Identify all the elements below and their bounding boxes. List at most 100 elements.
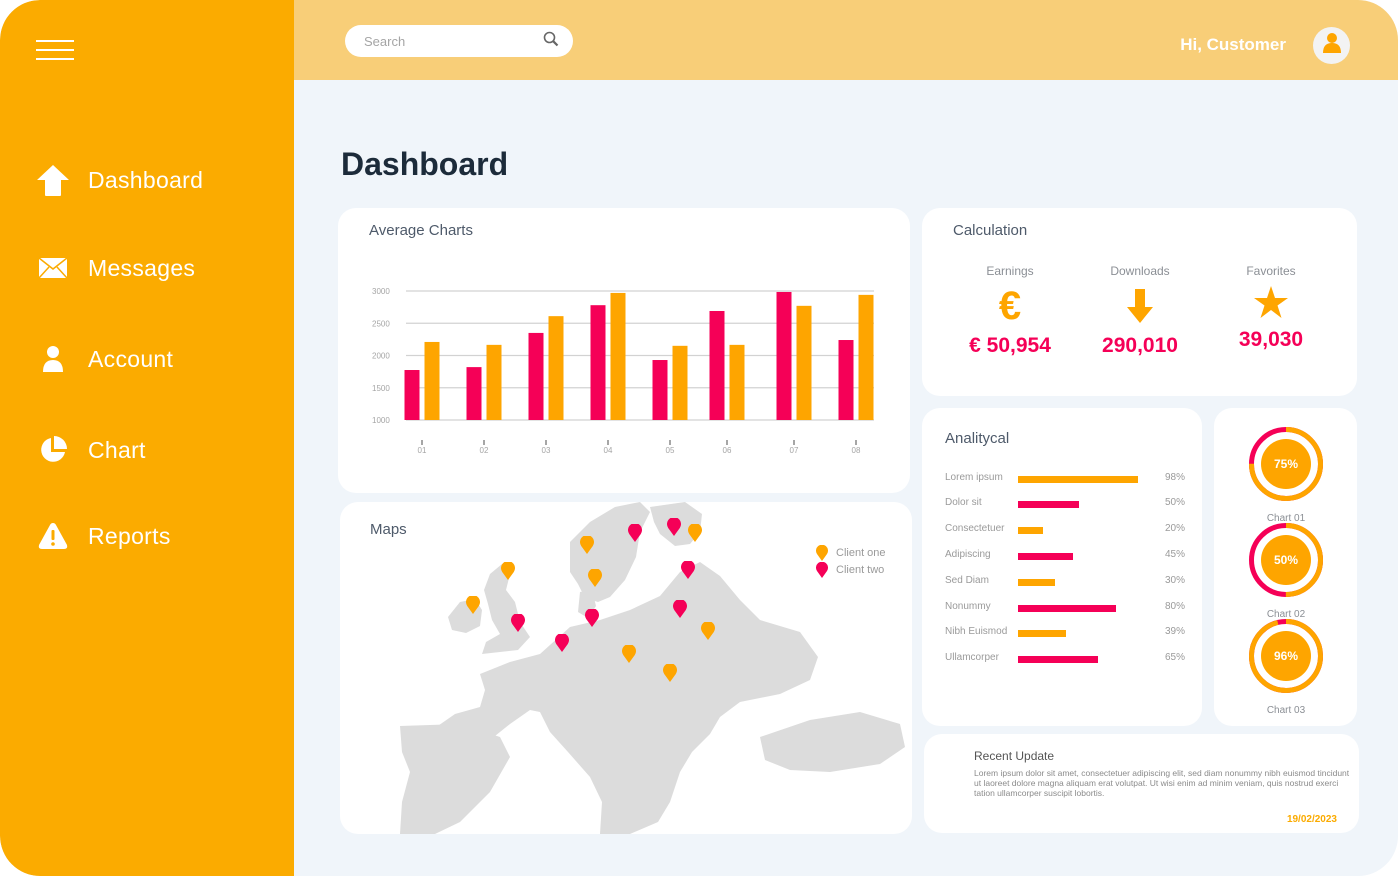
card-title: Recent Update [974,749,1055,763]
map-pin-icon[interactable] [466,595,480,619]
x-tick-label: 02 [480,446,489,455]
x-tick-label: 03 [542,446,551,455]
bar-series-a [466,367,482,420]
analytical-row: Sed Diam 30% [945,573,1185,587]
bar-series-b [796,305,812,420]
warning-icon [36,519,70,553]
sidebar-item-account[interactable]: Account [36,339,173,379]
row-percent: 20% [1164,523,1185,535]
update-date: 19/02/2023 [1286,814,1337,825]
progress-track [1018,630,1133,638]
search-icon[interactable] [543,31,559,52]
sidebar-item-messages[interactable]: Messages [36,248,195,288]
legend-item-client-one: Client one [816,544,886,561]
donut-label: 96% [1274,649,1298,663]
bar-series-b [729,344,745,420]
pie-chart-icon [36,433,70,467]
map-legend: Client one Client two [816,544,886,578]
stat-value: 290,010 [1102,334,1178,357]
sidebar: Dashboard Messages Account Chart Reports [0,0,294,876]
card-title: Analitycal [945,430,1010,447]
card-title: Maps [370,521,407,538]
stat-label: Earnings [986,264,1034,278]
bar-series-b [610,292,626,420]
map-pin-icon[interactable] [622,644,636,668]
card-title: Calculation [953,222,1028,239]
map-pin-icon[interactable] [588,568,602,592]
map-pin-icon[interactable] [667,517,681,541]
donut-label: 50% [1274,553,1298,567]
map-pin-icon[interactable] [688,523,702,547]
page-title: Dashboard [341,146,509,182]
map-pin-icon[interactable] [681,560,695,584]
search-input[interactable] [364,33,543,49]
home-icon [36,163,70,197]
update-body: Lorem ipsum dolor sit amet, consectetuer… [974,768,1350,798]
avatar[interactable] [1313,27,1350,64]
row-percent: 30% [1164,574,1185,586]
row-label: Sed Diam [945,574,989,586]
bar-series-a [709,310,725,420]
progress-bar [1018,630,1066,638]
user-icon [36,342,70,376]
map-pin-icon[interactable] [701,621,715,645]
row-percent: 45% [1164,548,1185,560]
sidebar-item-label: Account [88,345,174,372]
envelope-icon [36,251,70,285]
map-pin-icon[interactable] [663,663,677,687]
bar-series-b [672,345,688,420]
row-label: Consectetuer [945,523,1005,535]
map-pin-icon[interactable] [673,599,687,623]
progress-bar [1018,501,1080,509]
recent-update-card: Recent Update Lorem ipsum dolor sit amet… [924,734,1359,833]
legend-item-client-two: Client two [816,561,886,578]
bar-series-a [652,360,668,420]
progress-bar [1018,475,1138,483]
map-pin-icon[interactable] [628,523,642,547]
donut-chart: 50% Chart 02 [1248,522,1324,620]
progress-track [1018,475,1138,483]
map-pin-icon[interactable] [501,561,515,585]
row-percent: 65% [1164,652,1185,664]
progress-track [1018,604,1133,612]
bar-series-b [548,316,564,420]
row-percent: 50% [1164,497,1185,509]
bar-series-a [838,340,854,420]
row-label: Nibh Euismod [945,626,1008,638]
map-pin-icon[interactable] [580,535,594,559]
downloads-stat: Downloads 290,010 [1075,264,1205,358]
map-pin-icon[interactable] [585,608,599,632]
row-label: Dolor sit [945,497,982,509]
progress-bar [1018,552,1074,560]
stat-label: Favorites [1246,264,1296,278]
donut-label: 75% [1274,457,1298,471]
user-icon [1322,32,1342,59]
row-label: Nonummy [945,600,991,612]
legend-label: Client one [836,546,886,559]
sidebar-item-label: Chart [88,436,146,463]
euro-icon: € [998,284,1022,328]
row-label: Ullamcorper [945,652,999,664]
search-box [345,25,573,57]
donut-caption: Chart 03 [1266,705,1306,716]
x-tick-label: 05 [666,446,675,455]
bar-series-b [486,344,502,420]
bar-series-b [858,294,874,420]
map-pin-icon[interactable] [511,613,525,637]
y-tick-label: 2000 [372,352,390,361]
map-pin-icon[interactable] [555,633,569,657]
x-tick-label: 04 [604,446,613,455]
hamburger-icon[interactable] [36,40,74,60]
earnings-stat: Earnings € € 50,954 [945,264,1075,358]
sidebar-item-chart[interactable]: Chart [36,430,146,470]
donut-chart: 75% Chart 01 [1248,426,1324,524]
sidebar-item-label: Dashboard [88,166,204,193]
map-pin-icon [816,544,828,561]
progress-track [1018,527,1133,535]
sidebar-item-reports[interactable]: Reports [36,516,171,556]
x-tick-label: 01 [418,446,427,455]
progress-track [1018,552,1133,560]
x-tick-label: 08 [852,446,861,455]
sidebar-item-dashboard[interactable]: Dashboard [36,160,203,200]
bar-series-a [528,332,544,420]
